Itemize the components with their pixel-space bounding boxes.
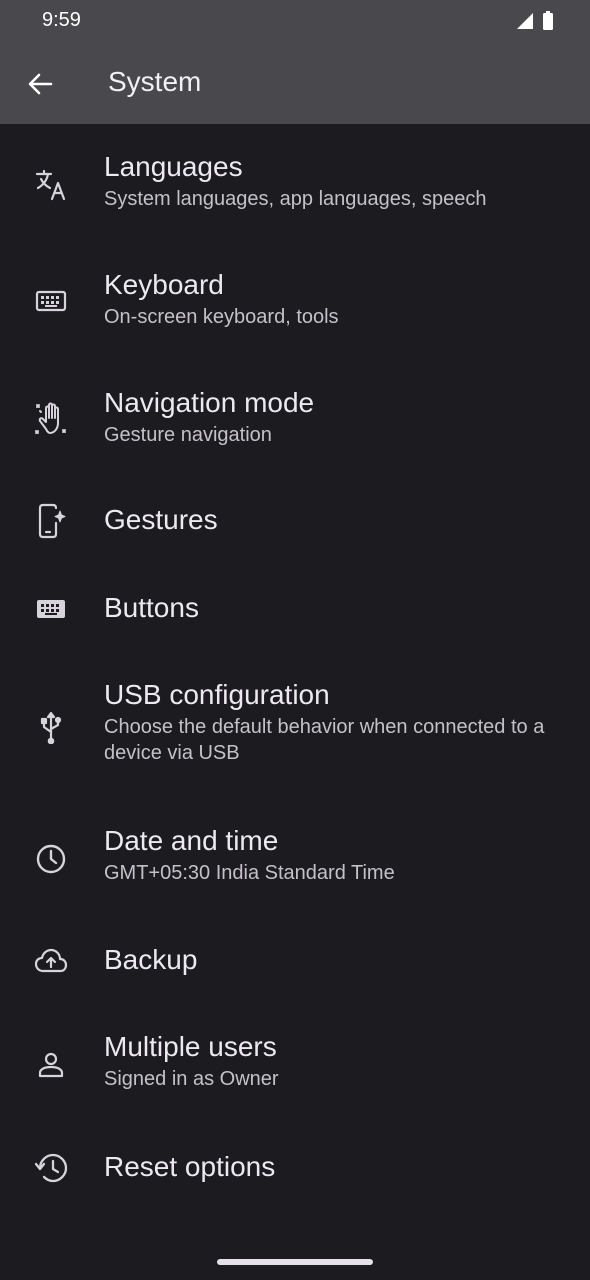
history-icon (30, 1147, 72, 1189)
settings-item-keyboard[interactable]: Keyboard On-screen keyboard, tools (0, 242, 590, 360)
settings-item-title: Buttons (104, 592, 199, 623)
keyboard-icon (30, 280, 72, 322)
battery-icon (542, 11, 554, 31)
back-arrow-icon (27, 72, 53, 96)
settings-item-title: Navigation mode (104, 387, 315, 418)
top-app-bar: 9:59 System (0, 0, 590, 124)
settings-item-title: Gestures (104, 504, 218, 535)
settings-item-buttons[interactable]: Buttons (0, 566, 590, 654)
signal-icon (516, 12, 534, 30)
home-indicator[interactable] (217, 1259, 373, 1265)
settings-item-title: USB configuration (104, 679, 330, 710)
status-time: 9:59 (42, 9, 81, 31)
settings-item-subtitle: Choose the default behavior when connect… (104, 716, 545, 764)
settings-item-gestures[interactable]: Gestures (0, 478, 590, 566)
settings-item-subtitle: Gesture navigation (104, 424, 272, 446)
settings-item-subtitle: On-screen keyboard, tools (104, 306, 339, 328)
buttons-keyboard-icon (30, 588, 72, 630)
settings-item-languages[interactable]: Languages System languages, app language… (0, 124, 590, 242)
phone-sparkle-icon (30, 500, 72, 542)
settings-item-title: Reset options (104, 1151, 276, 1182)
status-icons (516, 11, 554, 31)
settings-item-title: Date and time (104, 825, 279, 856)
clock-icon (30, 838, 72, 880)
settings-item-subtitle: GMT+05:30 India Standard Time (104, 862, 395, 884)
gesture-hand-icon (30, 398, 72, 440)
cloud-upload-icon (30, 940, 72, 982)
settings-item-backup[interactable]: Backup (0, 918, 590, 1006)
person-icon (30, 1044, 72, 1086)
page-title: System (108, 66, 202, 97)
settings-item-usb-configuration[interactable]: USB configuration Choose the default beh… (0, 654, 590, 800)
settings-item-title: Languages (104, 151, 243, 182)
settings-item-reset-options[interactable]: Reset options (0, 1124, 590, 1212)
settings-item-date-and-time[interactable]: Date and time GMT+05:30 India Standard T… (0, 800, 590, 918)
translate-icon (30, 164, 72, 206)
settings-item-subtitle: Signed in as Owner (104, 1068, 279, 1090)
back-button[interactable] (18, 62, 62, 106)
settings-item-subtitle: System languages, app languages, speech (104, 188, 487, 210)
settings-item-title: Multiple users (104, 1031, 277, 1062)
settings-item-navigation-mode[interactable]: Navigation mode Gesture navigation (0, 360, 590, 478)
settings-item-title: Keyboard (104, 269, 224, 300)
usb-icon (30, 706, 72, 748)
settings-item-multiple-users[interactable]: Multiple users Signed in as Owner (0, 1006, 590, 1124)
settings-item-title: Backup (104, 944, 198, 975)
